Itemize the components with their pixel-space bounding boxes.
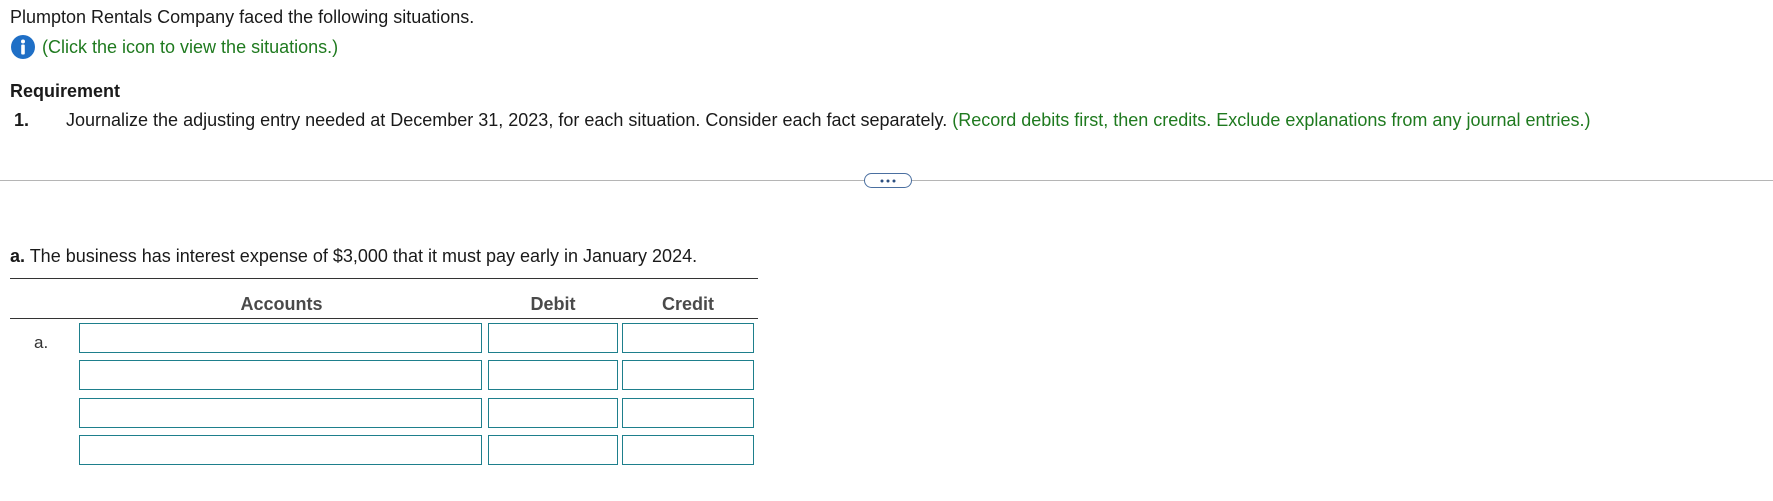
page: Plumpton Rentals Company faced the follo… bbox=[0, 0, 1773, 501]
requirement-note: (Record debits first, then credits. Excl… bbox=[952, 110, 1591, 130]
expand-button[interactable] bbox=[864, 173, 912, 188]
account-input-3[interactable] bbox=[79, 398, 482, 428]
debit-input-2[interactable] bbox=[488, 360, 618, 390]
account-input-1[interactable] bbox=[79, 323, 482, 353]
situation-text: The business has interest expense of $3,… bbox=[25, 246, 698, 266]
view-situations-text[interactable]: (Click the icon to view the situations.) bbox=[42, 36, 338, 58]
requirement-text: Journalize the adjusting entry needed at… bbox=[66, 110, 953, 130]
debit-input-1[interactable] bbox=[488, 323, 618, 353]
requirement-title: Requirement bbox=[10, 81, 121, 101]
info-icon[interactable] bbox=[10, 34, 36, 60]
entry-label: a. bbox=[34, 333, 49, 352]
debit-header: Debit bbox=[530, 294, 576, 314]
account-input-2[interactable] bbox=[79, 360, 482, 390]
view-situations-link[interactable]: (Click the icon to view the situations.) bbox=[10, 34, 338, 60]
situation-rule bbox=[10, 278, 758, 279]
credit-input-3[interactable] bbox=[622, 398, 754, 428]
intro-text: Plumpton Rentals Company faced the follo… bbox=[10, 7, 475, 27]
debit-input-3[interactable] bbox=[488, 398, 618, 428]
ellipsis-icon bbox=[880, 179, 896, 182]
credit-input-1[interactable] bbox=[622, 323, 754, 353]
requirement-number: 1. bbox=[14, 110, 30, 130]
situation-statement: a. The business has interest expense of … bbox=[10, 245, 697, 267]
credit-input-2[interactable] bbox=[622, 360, 754, 390]
situation-letter: a. bbox=[10, 246, 26, 266]
accounts-header: Accounts bbox=[240, 294, 323, 314]
credit-header: Credit bbox=[661, 294, 714, 314]
debit-input-4[interactable] bbox=[488, 435, 618, 465]
requirement-item: 1. Journalize the adjusting entry needed … bbox=[14, 109, 1591, 131]
credit-input-4[interactable] bbox=[622, 435, 754, 465]
header-rule bbox=[10, 318, 758, 319]
account-input-4[interactable] bbox=[79, 435, 482, 465]
